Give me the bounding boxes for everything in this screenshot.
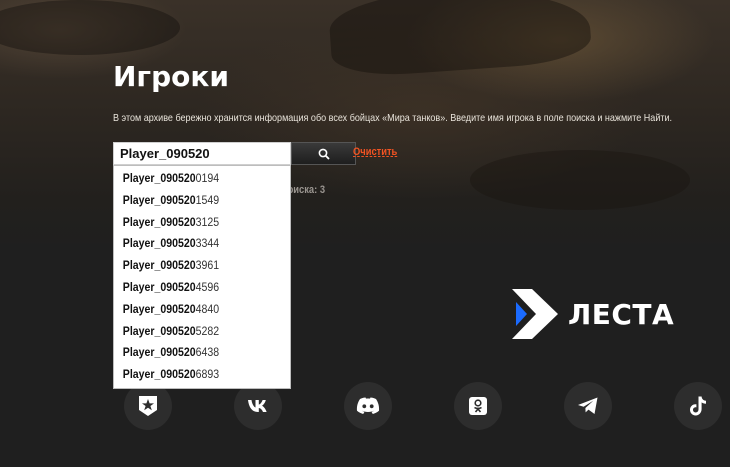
social-link-wot[interactable] — [124, 382, 172, 430]
brand-name: ЛЕСТА — [568, 297, 675, 331]
search-icon — [318, 148, 330, 160]
suggestion-rest-text: 5282 — [195, 323, 220, 338]
hero-banner — [0, 0, 730, 250]
suggestion-match-text: Player_090520 — [122, 214, 196, 229]
tank-silhouette — [470, 150, 690, 210]
suggestion-item[interactable]: Player_0905205282 — [114, 321, 269, 343]
search-button[interactable] — [291, 142, 356, 165]
wot-badge-icon — [139, 396, 157, 416]
suggestion-match-text: Player_090520 — [122, 323, 196, 338]
suggestion-item[interactable]: Player_0905204840 — [114, 299, 269, 321]
social-link-vk[interactable] — [234, 382, 282, 430]
autocomplete-dropdown: Player_0905200194 Player_0905201549 Player… — [113, 165, 291, 389]
social-link-discord[interactable] — [344, 382, 392, 430]
lesta-logo[interactable]: ЛЕСТА — [512, 288, 674, 340]
lesta-chevron-icon — [512, 289, 558, 339]
intro-text: В этом архиве бережно хранится информаци… — [113, 112, 673, 124]
suggestion-item[interactable]: Player_0905203961 — [114, 255, 269, 277]
suggestion-item[interactable]: Player_0905201549 — [114, 190, 269, 212]
social-links — [0, 382, 730, 442]
search-input[interactable] — [113, 142, 291, 165]
suggestion-item[interactable]: Player_0905204596 — [114, 277, 269, 299]
suggestion-rest-text: 6438 — [195, 345, 220, 360]
discord-icon — [356, 397, 380, 414]
suggestion-match-text: Player_090520 — [122, 236, 196, 251]
suggestion-item[interactable]: Player_0905200194 — [114, 168, 269, 190]
clear-link[interactable]: Очистить — [353, 146, 397, 158]
suggestion-match-text: Player_090520 — [122, 367, 196, 382]
suggestion-match-text: Player_090520 — [122, 301, 196, 316]
suggestion-rest-text: 1549 — [195, 192, 220, 207]
social-link-tiktok[interactable] — [674, 382, 722, 430]
vk-icon — [248, 400, 267, 412]
suggestion-rest-text: 6893 — [195, 367, 220, 382]
suggestion-item[interactable]: Player_0905206893 — [114, 364, 269, 386]
suggestion-item[interactable]: Player_0905203125 — [114, 212, 269, 234]
suggestion-rest-text: 3961 — [195, 258, 220, 273]
suggestion-rest-text: 4840 — [195, 301, 220, 316]
social-link-odnoklassniki[interactable] — [454, 382, 502, 430]
tank-silhouette — [0, 0, 180, 55]
suggestion-rest-text: 4596 — [195, 279, 220, 294]
suggestion-match-text: Player_090520 — [122, 279, 196, 294]
suggestion-match-text: Player_090520 — [122, 171, 196, 185]
odnoklassniki-icon — [469, 397, 487, 415]
page-title: Игроки — [113, 60, 229, 93]
suggestion-match-text: Player_090520 — [122, 192, 196, 207]
suggestion-item[interactable]: Player_0905206438 — [114, 342, 269, 364]
suggestion-rest-text: 3125 — [195, 214, 220, 229]
suggestion-item[interactable]: Player_0905203344 — [114, 233, 269, 255]
social-link-telegram[interactable] — [564, 382, 612, 430]
tank-silhouette — [327, 0, 593, 79]
tiktok-icon — [690, 396, 706, 416]
suggestion-rest-text: 3344 — [195, 236, 220, 251]
telegram-icon — [578, 397, 598, 414]
suggestion-match-text: Player_090520 — [122, 258, 196, 273]
suggestion-match-text: Player_090520 — [122, 345, 196, 360]
suggestion-rest-text: 0194 — [195, 171, 220, 185]
